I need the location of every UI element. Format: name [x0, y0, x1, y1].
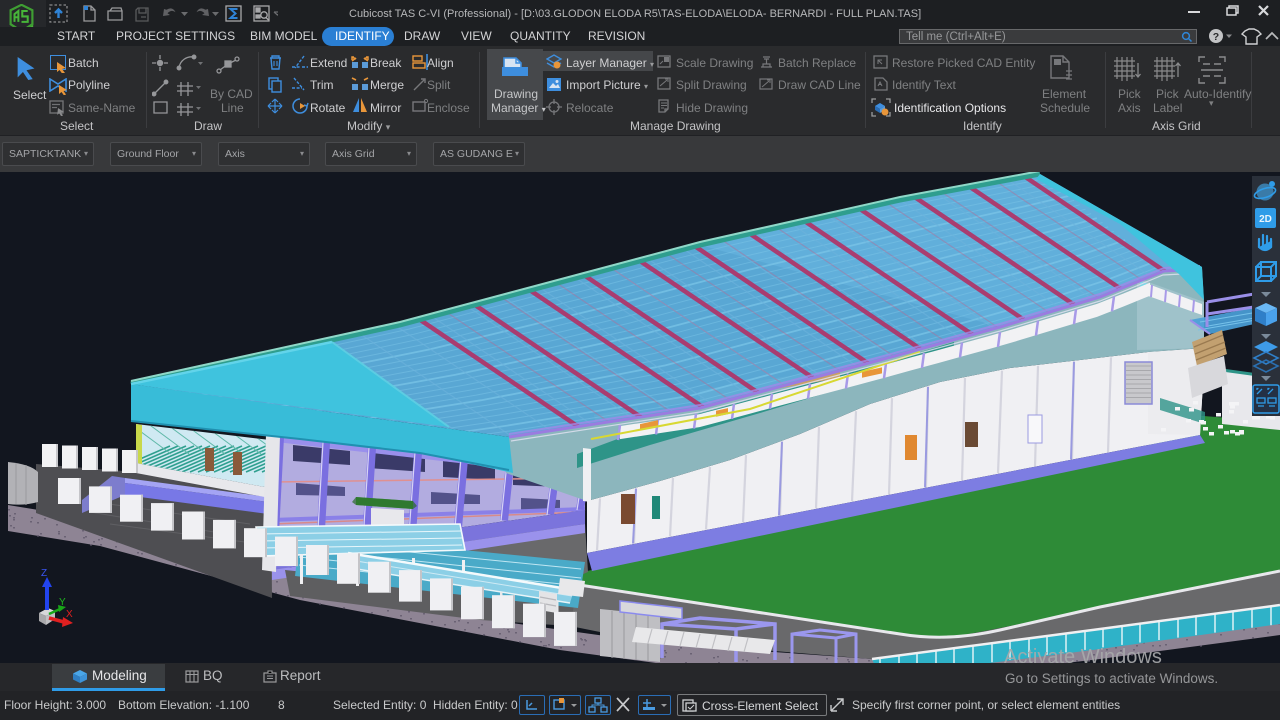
svg-text:?: ?: [1213, 31, 1219, 43]
svg-text:X: X: [66, 609, 73, 620]
svg-text:2D: 2D: [1259, 214, 1272, 225]
svg-text:Y: Y: [59, 597, 66, 608]
svg-text:Z: Z: [41, 568, 47, 579]
